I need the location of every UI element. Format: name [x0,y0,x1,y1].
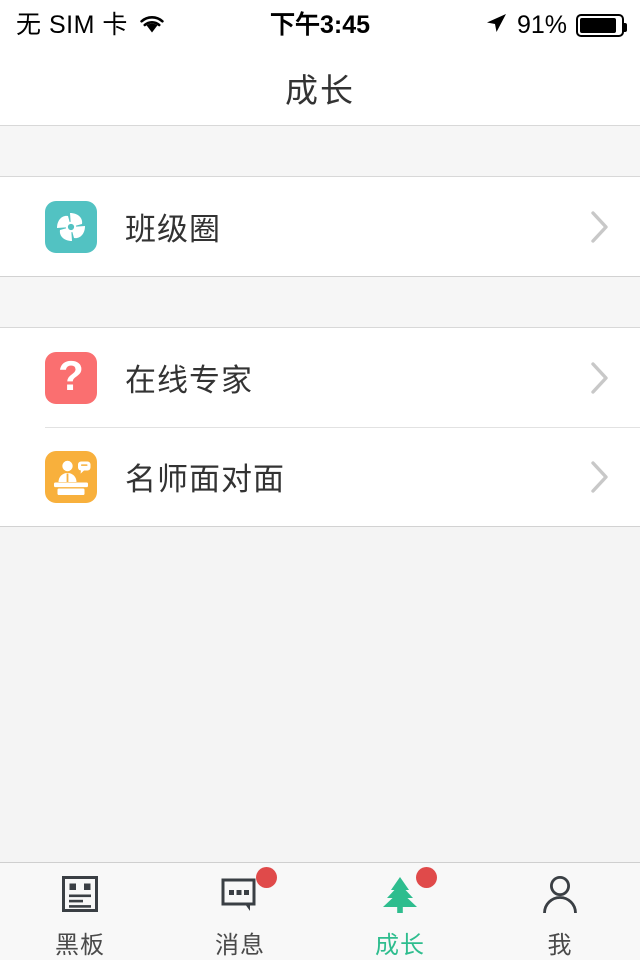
tab-growth[interactable]: 成长 [320,863,480,960]
pinwheel-icon [45,200,97,253]
wifi-icon [137,12,167,39]
carrier-label: 无 SIM 卡 [16,10,128,39]
tab-label: 黑板 [55,932,105,959]
list-group-class-circle: 班级圈 [0,177,640,277]
list-group-experts: ? 在线专家 名师面对面 [0,328,640,527]
list-item-label: 班级圈 [125,212,221,247]
notification-badge [416,867,437,888]
list-item-label: 在线专家 [125,363,253,398]
section-spacer-middle [0,277,640,328]
status-bar-left: 无 SIM 卡 [16,12,167,39]
navigation-bar: 成长 [0,50,640,126]
content-area: 班级圈 ? 在线专家 名师面对面 [0,126,640,862]
tab-profile[interactable]: 我 [480,863,640,960]
chat-bubble-icon [209,867,277,918]
list-item-teacher-face-to-face[interactable]: 名师面对面 [0,427,640,526]
list-item-class-circle[interactable]: 班级圈 [0,177,640,276]
tab-label: 我 [547,932,573,959]
battery-icon [576,13,627,37]
page-title: 成长 [285,71,355,109]
list-item-label: 名师面对面 [125,462,285,497]
status-bar-right: 91% [484,10,627,40]
battery-percent-label: 91% [516,10,567,39]
question-mark-glyph: ? [58,352,84,399]
lecturer-podium-icon [45,450,97,503]
notification-badge [256,867,277,888]
status-bar: 无 SIM 卡 下午3:45 91% [0,0,640,50]
person-icon [529,869,591,918]
tab-messages[interactable]: 消息 [160,863,320,960]
pine-tree-icon [369,867,437,918]
tab-label: 消息 [215,932,265,959]
question-mark-icon: ? [45,351,97,404]
location-arrow-icon [484,11,508,40]
chevron-right-icon [590,210,610,244]
chevron-right-icon [590,460,610,494]
chevron-right-icon [590,361,610,395]
blackboard-icon [49,869,111,918]
list-item-online-expert[interactable]: ? 在线专家 [0,328,640,427]
section-spacer-top [0,126,640,177]
tab-label: 成长 [375,932,425,959]
app-root: 无 SIM 卡 下午3:45 91% 成长 班级圈 ? 在线专家 名师面对面 黑… [0,0,640,960]
tab-blackboard[interactable]: 黑板 [0,863,160,960]
tab-bar: 黑板 消息 成长 我 [0,862,640,960]
